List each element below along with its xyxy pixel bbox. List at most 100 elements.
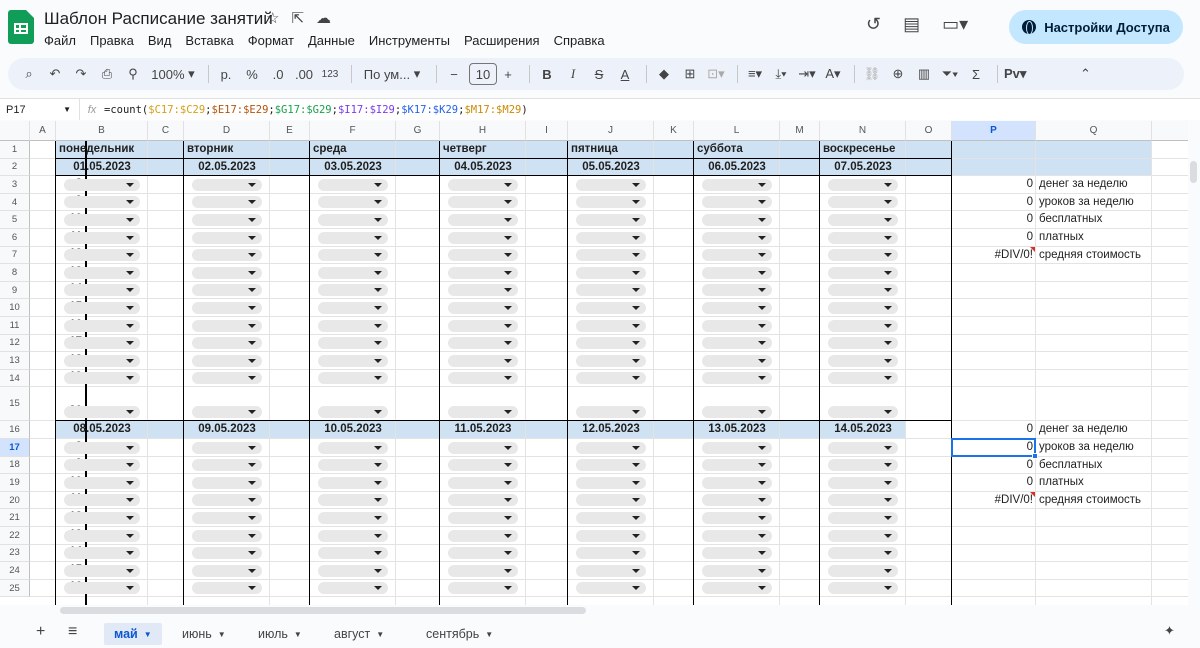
column-header-r[interactable]: R	[1152, 121, 1188, 141]
dropdown-chip[interactable]	[64, 319, 140, 332]
dropdown-chip[interactable]	[64, 284, 140, 297]
dropdown-chip[interactable]	[576, 529, 646, 542]
dropdown-chip[interactable]	[576, 196, 646, 209]
menu-item[interactable]: Файл	[44, 33, 76, 48]
column-header-j[interactable]: J	[568, 121, 654, 141]
dropdown-chip[interactable]	[828, 302, 898, 314]
dropdown-chip[interactable]	[318, 564, 388, 577]
column-header-p[interactable]: P	[952, 121, 1036, 141]
dropdown-chip[interactable]	[702, 406, 772, 419]
dropdown-chip[interactable]	[702, 266, 772, 279]
dropdown-chip[interactable]	[702, 302, 772, 314]
dropdown-chip[interactable]	[576, 441, 646, 454]
dropdown-chip[interactable]	[318, 512, 388, 524]
dropdown-chip[interactable]	[828, 284, 898, 297]
row-header-17[interactable]: 17	[0, 439, 30, 457]
fill-color-icon[interactable]: ◆	[653, 62, 675, 86]
dropdown-chip[interactable]	[448, 459, 518, 472]
row-header-21[interactable]: 21	[0, 509, 30, 527]
dropdown-chip[interactable]	[318, 476, 388, 489]
dropdown-chip[interactable]	[576, 372, 646, 385]
dropdown-chip[interactable]	[576, 214, 646, 226]
dropdown-chip[interactable]	[64, 196, 140, 209]
column-header-f[interactable]: F	[310, 121, 396, 141]
row-header-11[interactable]: 11	[0, 317, 30, 335]
dropdown-chip[interactable]	[64, 249, 140, 262]
dropdown-chip[interactable]	[702, 337, 772, 350]
dropdown-chip[interactable]	[192, 178, 262, 191]
dropdown-chip[interactable]	[448, 512, 518, 524]
menu-item[interactable]: Инструменты	[369, 33, 450, 48]
column-header-i[interactable]: I	[526, 121, 568, 141]
number-format-button[interactable]: 123	[319, 62, 341, 86]
cloud-icon[interactable]: ☁	[316, 9, 331, 27]
dropdown-chip[interactable]	[192, 547, 262, 560]
dropdown-chip[interactable]	[448, 494, 518, 507]
column-header-d[interactable]: D	[184, 121, 270, 141]
dropdown-chip[interactable]	[702, 319, 772, 332]
dropdown-chip[interactable]	[318, 406, 388, 419]
dropdown-chip[interactable]	[576, 582, 646, 595]
dropdown-chip[interactable]	[64, 582, 140, 595]
dropdown-chip[interactable]	[192, 564, 262, 577]
vertical-scroll-thumb[interactable]	[1190, 161, 1197, 183]
percent-button[interactable]: %	[241, 62, 263, 86]
name-box[interactable]: P17 ▼	[0, 99, 80, 120]
row-header-9[interactable]: 9	[0, 281, 30, 300]
dropdown-chip[interactable]	[702, 372, 772, 385]
font-size-decrease[interactable]: −	[443, 62, 465, 86]
dropdown-chip[interactable]	[448, 231, 518, 244]
dropdown-chip[interactable]	[448, 302, 518, 314]
dropdown-chip[interactable]	[702, 354, 772, 367]
dropdown-chip[interactable]	[64, 441, 140, 454]
row-header-10[interactable]: 10	[0, 299, 30, 317]
dropdown-chip[interactable]	[448, 529, 518, 542]
dropdown-chip[interactable]	[828, 231, 898, 244]
dropdown-chip[interactable]	[318, 214, 388, 226]
dropdown-chip[interactable]	[828, 337, 898, 350]
dropdown-chip[interactable]	[576, 476, 646, 489]
row-header-18[interactable]: 18	[0, 456, 30, 475]
column-header-k[interactable]: K	[654, 121, 694, 141]
comment-icon[interactable]: ▤	[903, 14, 920, 35]
explore-icon[interactable]: ✦	[1164, 623, 1175, 639]
dropdown-chip[interactable]	[828, 196, 898, 209]
dropdown-chip[interactable]	[64, 178, 140, 191]
row-header-19[interactable]: 19	[0, 474, 30, 492]
dropdown-chip[interactable]	[576, 178, 646, 191]
row-header-2[interactable]: 2	[0, 158, 30, 177]
dropdown-chip[interactable]	[318, 178, 388, 191]
sheet-tab[interactable]: август ▼	[324, 623, 394, 645]
column-header-a[interactable]: A	[30, 121, 56, 141]
dropdown-chip[interactable]	[576, 547, 646, 560]
row-header-13[interactable]: 13	[0, 352, 30, 370]
dropdown-chip[interactable]	[448, 564, 518, 577]
chevron-down-icon[interactable]: ▼	[144, 630, 152, 639]
column-header-m[interactable]: M	[780, 121, 820, 141]
dropdown-chip[interactable]	[64, 406, 140, 419]
dropdown-chip[interactable]	[828, 476, 898, 489]
menu-item[interactable]: Вставка	[185, 33, 233, 48]
row-header-20[interactable]: 20	[0, 491, 30, 510]
share-button[interactable]: Настройки Доступа	[1009, 10, 1183, 44]
row-header-22[interactable]: 22	[0, 527, 30, 545]
collapse-toolbar-icon[interactable]: ⌃	[1074, 62, 1096, 86]
fill-handle[interactable]	[1032, 452, 1038, 459]
column-header-c[interactable]: C	[148, 121, 184, 141]
sheet-tab[interactable]: июль ▼	[248, 623, 312, 645]
column-header-l[interactable]: L	[694, 121, 780, 141]
row-header-15[interactable]: 15	[0, 387, 30, 422]
dropdown-chip[interactable]	[192, 337, 262, 350]
dropdown-chip[interactable]	[64, 476, 140, 489]
insert-comment-icon[interactable]: ⊕	[887, 62, 909, 86]
column-header-o[interactable]: O	[906, 121, 952, 141]
undo-icon[interactable]: ↶	[44, 62, 66, 86]
dropdown-chip[interactable]	[576, 319, 646, 332]
move-folder-icon[interactable]: ⇱	[291, 9, 304, 27]
dropdown-chip[interactable]	[64, 372, 140, 385]
menu-item[interactable]: Данные	[308, 33, 355, 48]
align-icon[interactable]: ≡▾	[744, 62, 766, 86]
menu-item[interactable]: Расширения	[464, 33, 540, 48]
dropdown-chip[interactable]	[702, 249, 772, 262]
dropdown-chip[interactable]	[64, 231, 140, 244]
